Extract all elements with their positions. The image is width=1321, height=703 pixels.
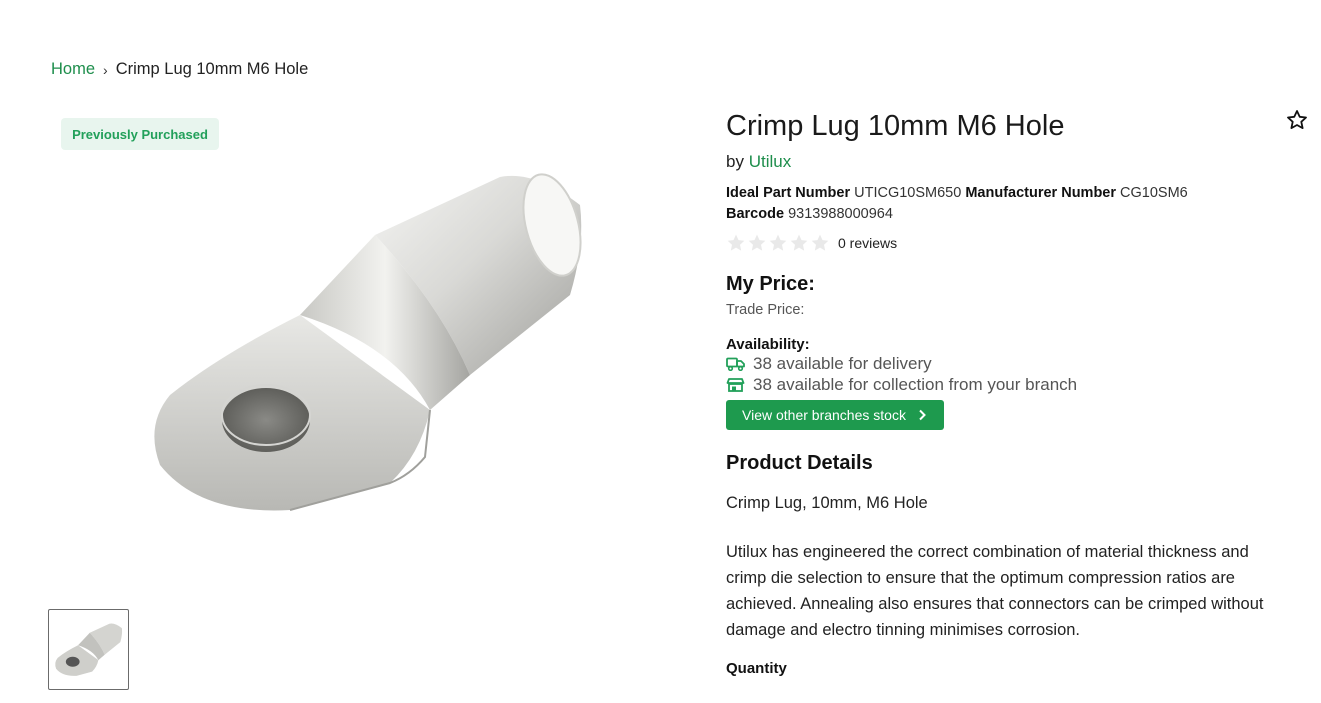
breadcrumb: Home › Crimp Lug 10mm M6 Hole: [51, 60, 308, 79]
ideal-part-value: UTICG10SM650: [854, 185, 962, 201]
product-title: Crimp Lug 10mm M6 Hole: [726, 110, 1065, 142]
favorite-button[interactable]: [1285, 108, 1309, 132]
trade-price-label: Trade Price:: [726, 302, 805, 318]
product-main-image[interactable]: [140, 165, 600, 525]
rating-star-icon: [748, 234, 766, 251]
manufacturer-number-label: Manufacturer Number: [965, 185, 1117, 201]
rating-star-icon: [727, 234, 745, 251]
rating-stars: [726, 233, 830, 253]
product-thumbnail[interactable]: [48, 609, 129, 690]
view-other-branches-label: View other branches stock: [742, 407, 906, 423]
view-other-branches-button[interactable]: View other branches stock: [726, 400, 944, 430]
rating-star-icon: [811, 234, 829, 251]
star-outline-icon: [1287, 110, 1307, 129]
delivery-availability: 38 available for delivery: [726, 354, 1286, 374]
barcode-label: Barcode: [726, 206, 785, 222]
delivery-availability-text: 38 available for delivery: [753, 354, 932, 373]
product-details-description: Utilux has engineered the correct combin…: [726, 543, 1264, 639]
rating-star-icon: [790, 234, 808, 251]
previously-purchased-badge: Previously Purchased: [61, 118, 219, 150]
availability-heading: Availability:: [726, 336, 810, 353]
barcode-value: 9313988000964: [788, 206, 893, 222]
brand-link[interactable]: Utilux: [749, 152, 792, 171]
breadcrumb-home-link[interactable]: Home: [51, 60, 95, 79]
product-rating[interactable]: 0 reviews: [726, 231, 1286, 255]
truck-icon: [726, 357, 745, 371]
breadcrumb-separator: ›: [103, 61, 108, 78]
reviews-count[interactable]: 0 reviews: [838, 235, 897, 251]
product-details-heading: Product Details: [726, 452, 873, 474]
chevron-right-icon: [919, 409, 926, 421]
store-icon: [726, 378, 745, 392]
breadcrumb-current: Crimp Lug 10mm M6 Hole: [115, 60, 309, 78]
quantity-label: Quantity: [726, 660, 787, 677]
manufacturer-number-value: CG10SM6: [1120, 185, 1188, 201]
product-info: Crimp Lug 10mm M6 Hole by Utilux Ideal P…: [726, 108, 1286, 677]
rating-star-icon: [769, 234, 787, 251]
product-identifiers: Ideal Part Number UTICG10SM650 Manufactu…: [726, 183, 1286, 225]
collection-availability-text: 38 available for collection from your br…: [753, 375, 1078, 394]
product-brand-line: by Utilux: [726, 152, 1286, 172]
product-details-summary: Crimp Lug, 10mm, M6 Hole: [726, 494, 928, 512]
by-prefix: by: [726, 152, 744, 171]
my-price-label: My Price:: [726, 273, 815, 295]
ideal-part-label: Ideal Part Number: [726, 185, 851, 201]
collection-availability: 38 available for collection from your br…: [726, 375, 1286, 395]
